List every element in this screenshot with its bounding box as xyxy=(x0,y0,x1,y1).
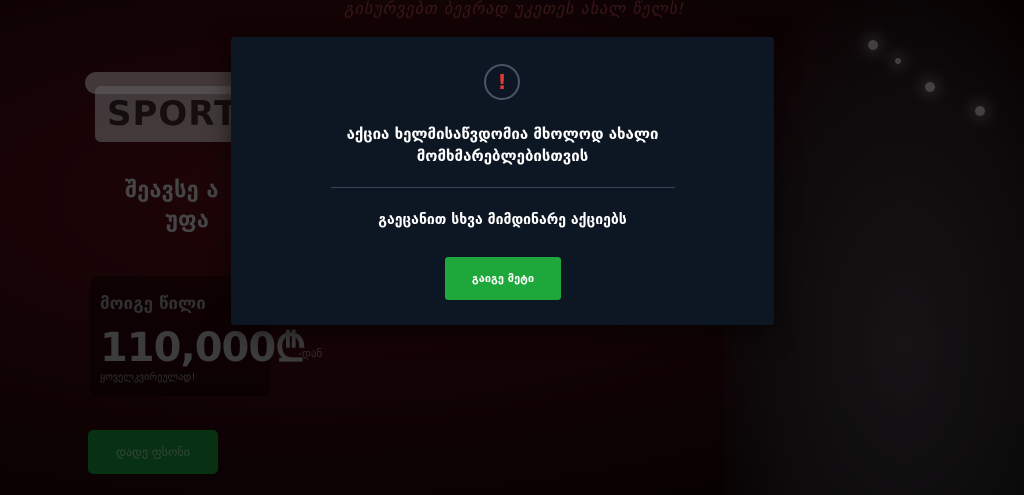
modal-subtitle: გაეცანით სხვა მიმდინარე აქციებს xyxy=(378,212,627,228)
promo-unavailable-modal: ! აქცია ხელმისაწვდომია მხოლოდ ახალი მომხ… xyxy=(231,37,774,325)
alert-icon: ! xyxy=(484,64,520,100)
learn-more-button[interactable]: გაიგე მეტი xyxy=(445,257,561,300)
modal-title: აქცია ხელმისაწვდომია მხოლოდ ახალი მომხმა… xyxy=(346,125,659,165)
modal-divider xyxy=(331,187,675,188)
